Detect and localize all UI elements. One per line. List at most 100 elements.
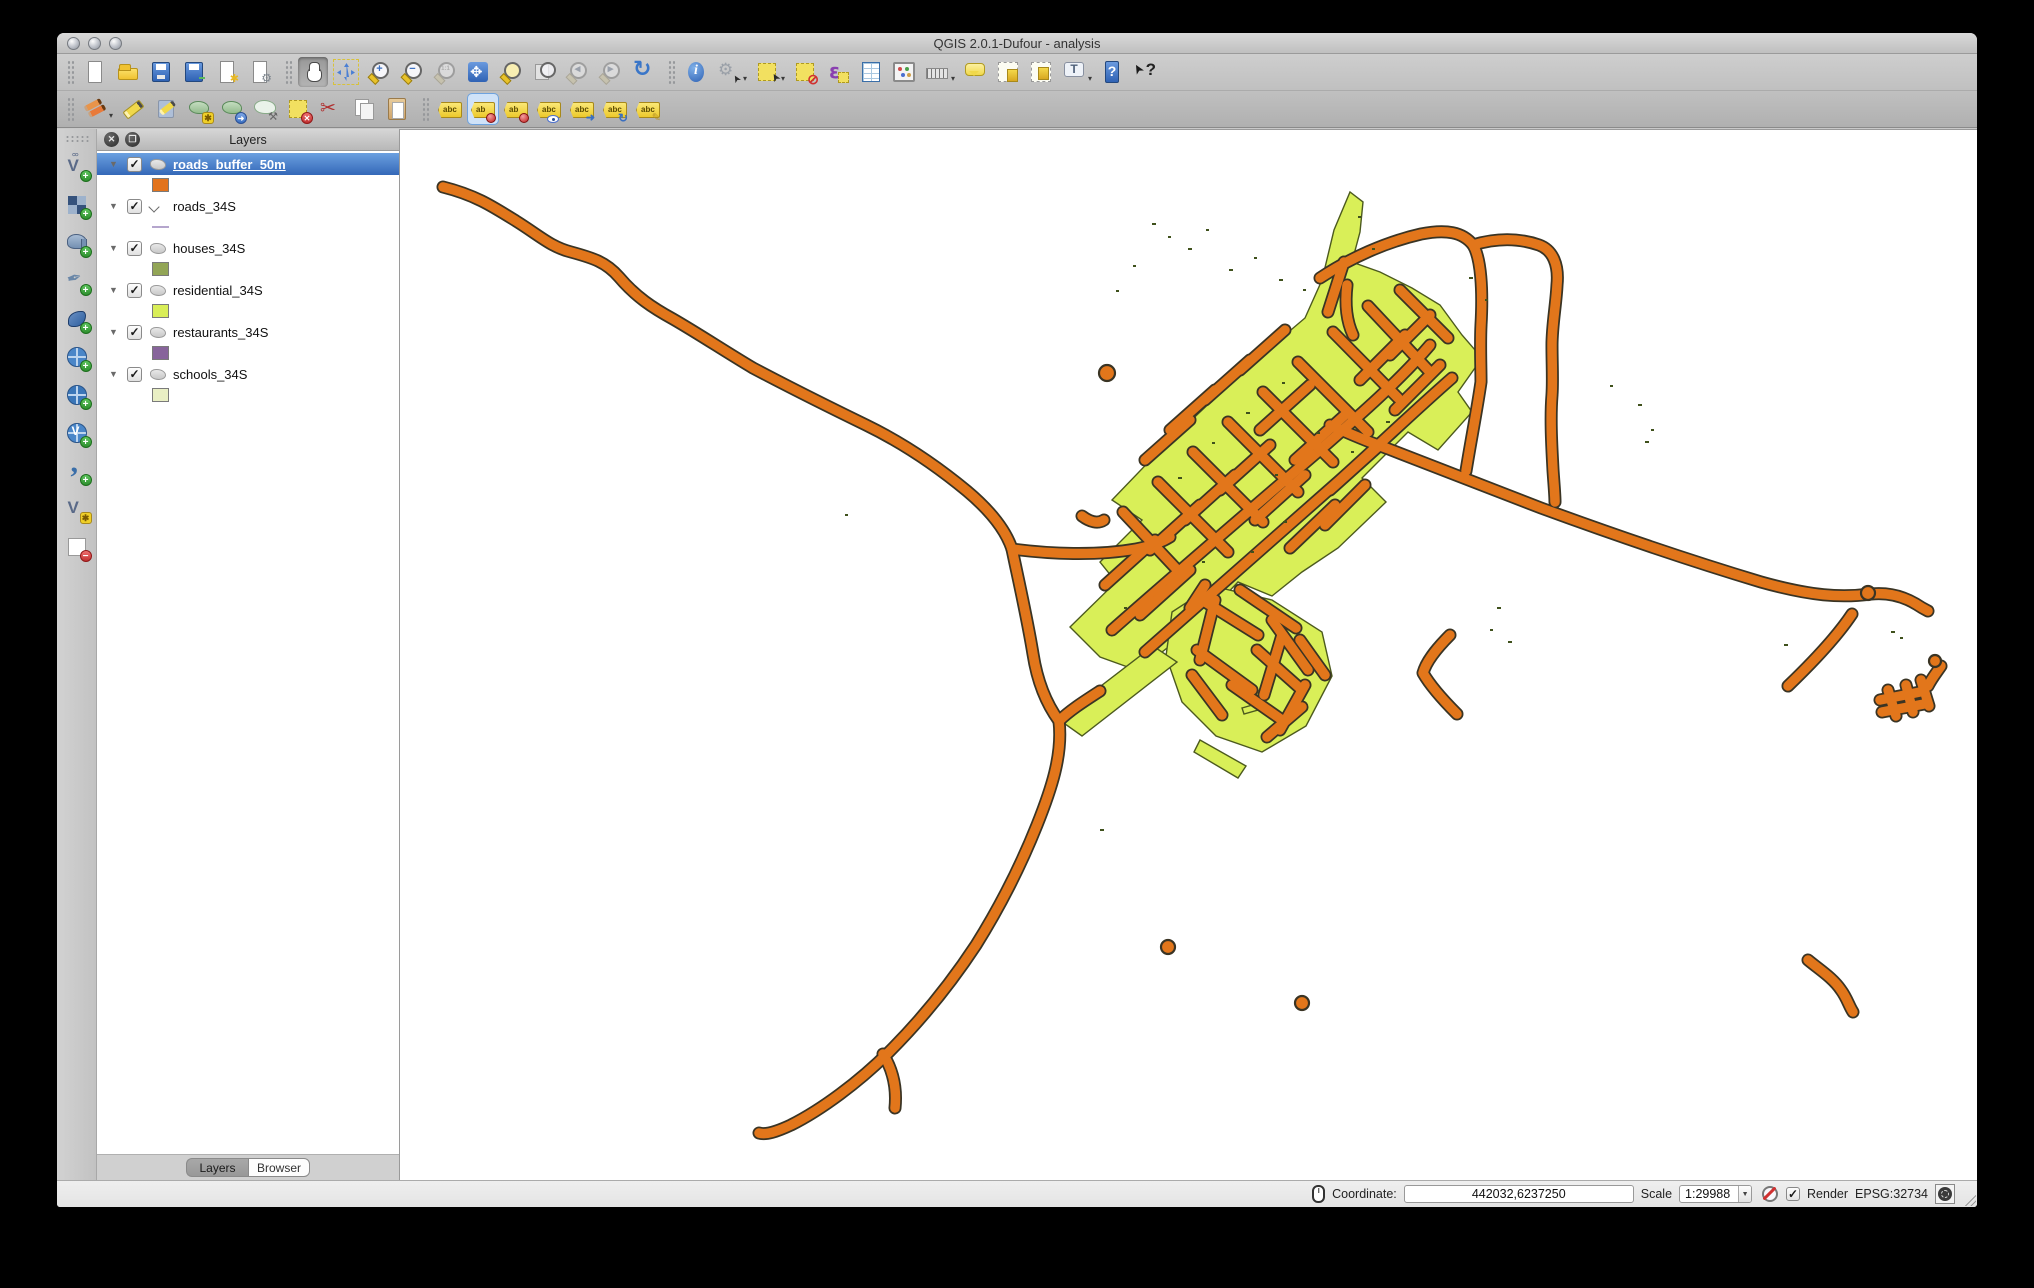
title-bar[interactable]: QGIS 2.0.1-Dufour - analysis — [57, 33, 1977, 54]
zoom-in[interactable]: + — [364, 57, 394, 87]
identify-features[interactable] — [681, 57, 711, 87]
panel-float-icon[interactable]: ❐ — [125, 132, 140, 147]
run-feature-action[interactable]: ▾ — [714, 57, 749, 87]
pan-to-selection[interactable] — [331, 57, 361, 87]
layer-checkbox[interactable]: ✓ — [127, 325, 142, 340]
save-project[interactable] — [146, 57, 176, 87]
layer-item-residential_34S[interactable]: ▼✓residential_34S — [97, 279, 399, 301]
toolbar-drag-handle[interactable] — [65, 135, 89, 142]
paste-features[interactable] — [382, 94, 412, 124]
toolbar-drag-handle[interactable] — [668, 60, 675, 84]
layer-checkbox[interactable]: ✓ — [127, 367, 142, 382]
remove-layer[interactable]: − — [62, 532, 92, 562]
new-bookmark[interactable] — [993, 57, 1023, 87]
toolbar-drag-handle[interactable] — [422, 97, 429, 121]
layer-item-roads_34S[interactable]: ▼✓roads_34S — [97, 195, 399, 217]
add-spatialite-layer[interactable]: + — [62, 266, 92, 296]
render-checkbox[interactable]: ✓ — [1786, 1187, 1800, 1201]
zoom-window-button[interactable] — [109, 37, 122, 50]
layer-checkbox[interactable]: ✓ — [127, 283, 142, 298]
field-calculator[interactable] — [889, 57, 919, 87]
layer-item-houses_34S[interactable]: ▼✓houses_34S — [97, 237, 399, 259]
cut-features[interactable] — [316, 94, 346, 124]
move-feature[interactable]: ➜ — [217, 94, 247, 124]
open-attribute-table[interactable] — [856, 57, 886, 87]
whats-this[interactable] — [1130, 57, 1160, 87]
new-print-composer[interactable] — [212, 57, 242, 87]
measure-dropdown-icon[interactable]: ▾ — [951, 74, 955, 83]
zoom-out[interactable]: − — [397, 57, 427, 87]
zoom-to-selection[interactable] — [496, 57, 526, 87]
change-label-properties[interactable]: abc✎ — [633, 94, 663, 124]
layer-item-schools_34S[interactable]: ▼✓schools_34S — [97, 363, 399, 385]
save-project-as[interactable] — [179, 57, 209, 87]
delete-selected[interactable]: ✕ — [283, 94, 313, 124]
layer-expand-icon[interactable]: ▼ — [109, 285, 119, 295]
manage-layers-group: + + + + + + + + + ✱ − — [62, 152, 92, 562]
map-tips[interactable] — [960, 57, 990, 87]
labeling[interactable]: abc — [435, 94, 465, 124]
layer-expand-icon[interactable]: ▼ — [109, 159, 119, 169]
copy-features[interactable] — [349, 94, 379, 124]
toolbar-drag-handle[interactable] — [67, 60, 74, 84]
help-contents[interactable] — [1097, 57, 1127, 87]
add-wfs-layer[interactable]: + — [62, 418, 92, 448]
open-project[interactable] — [113, 57, 143, 87]
add-vector-layer[interactable]: + — [62, 152, 92, 182]
layer-checkbox[interactable]: ✓ — [127, 241, 142, 256]
add-feature[interactable]: ✱ — [184, 94, 214, 124]
layer-expand-icon[interactable]: ▼ — [109, 201, 119, 211]
composer-manager[interactable] — [245, 57, 275, 87]
add-raster-layer[interactable]: + — [62, 190, 92, 220]
stop-rendering-icon[interactable] — [1759, 1184, 1779, 1204]
add-delimited-text-layer[interactable]: + — [62, 456, 92, 486]
text-annotation-dropdown-icon[interactable]: ▾ — [1088, 74, 1092, 83]
minimize-window-button[interactable] — [88, 37, 101, 50]
new-shapefile-layer[interactable]: ✱ — [62, 494, 92, 524]
current-edits-dropdown-icon[interactable]: ▾ — [109, 111, 113, 120]
toolbar-drag-handle[interactable] — [67, 97, 74, 121]
highlight-pinned-labels[interactable]: ab — [501, 94, 531, 124]
refresh-map[interactable] — [628, 57, 658, 87]
panel-close-icon[interactable]: ✕ — [104, 132, 119, 147]
layer-item-roads_buffer_50m[interactable]: ▼✓roads_buffer_50m — [97, 153, 399, 175]
layer-checkbox[interactable]: ✓ — [127, 199, 142, 214]
scale-value[interactable]: 1:29988 — [1680, 1187, 1738, 1201]
add-wcs-layer[interactable]: + — [62, 380, 92, 410]
scale-dropdown-icon[interactable]: ▼ — [1738, 1186, 1751, 1202]
new-project[interactable] — [80, 57, 110, 87]
pan-map[interactable] — [298, 57, 328, 87]
coordinate-input[interactable]: 442032,6237250 — [1404, 1185, 1634, 1203]
crs-status-icon[interactable] — [1935, 1184, 1955, 1204]
add-mssql-layer[interactable]: + — [62, 304, 92, 334]
add-wms-layer[interactable]: + — [62, 342, 92, 372]
zoom-to-layer[interactable] — [529, 57, 559, 87]
add-postgis-layer[interactable]: + — [62, 228, 92, 258]
deselect-features[interactable] — [790, 57, 820, 87]
show-hide-labels[interactable]: abc — [534, 94, 564, 124]
tab-browser[interactable]: Browser — [248, 1158, 310, 1177]
save-layer-edits[interactable] — [151, 94, 181, 124]
measure[interactable]: ▾ — [922, 57, 957, 87]
toolbar-drag-handle[interactable] — [285, 60, 292, 84]
scale-combo[interactable]: 1:29988 ▼ — [1679, 1185, 1752, 1203]
map-canvas[interactable] — [400, 129, 1977, 1180]
layer-expand-icon[interactable]: ▼ — [109, 243, 119, 253]
tab-layers[interactable]: Layers — [186, 1158, 248, 1177]
node-tool[interactable] — [250, 94, 280, 124]
text-annotation[interactable]: ▾ — [1059, 57, 1094, 87]
select-by-expression[interactable] — [823, 57, 853, 87]
rotate-label[interactable]: abc↻ — [600, 94, 630, 124]
layer-item-restaurants_34S[interactable]: ▼✓restaurants_34S — [97, 321, 399, 343]
move-label[interactable]: abc➜ — [567, 94, 597, 124]
layer-expand-icon[interactable]: ▼ — [109, 369, 119, 379]
toggle-editing[interactable] — [118, 94, 148, 124]
select-features[interactable]: ▾ — [752, 57, 787, 87]
show-bookmarks[interactable] — [1026, 57, 1056, 87]
close-window-button[interactable] — [67, 37, 80, 50]
current-edits[interactable]: ▾ — [80, 94, 115, 124]
layer-expand-icon[interactable]: ▼ — [109, 327, 119, 337]
pin-unpin-labels[interactable]: ab — [468, 94, 498, 124]
layer-checkbox[interactable]: ✓ — [127, 157, 142, 172]
zoom-full[interactable] — [463, 57, 493, 87]
